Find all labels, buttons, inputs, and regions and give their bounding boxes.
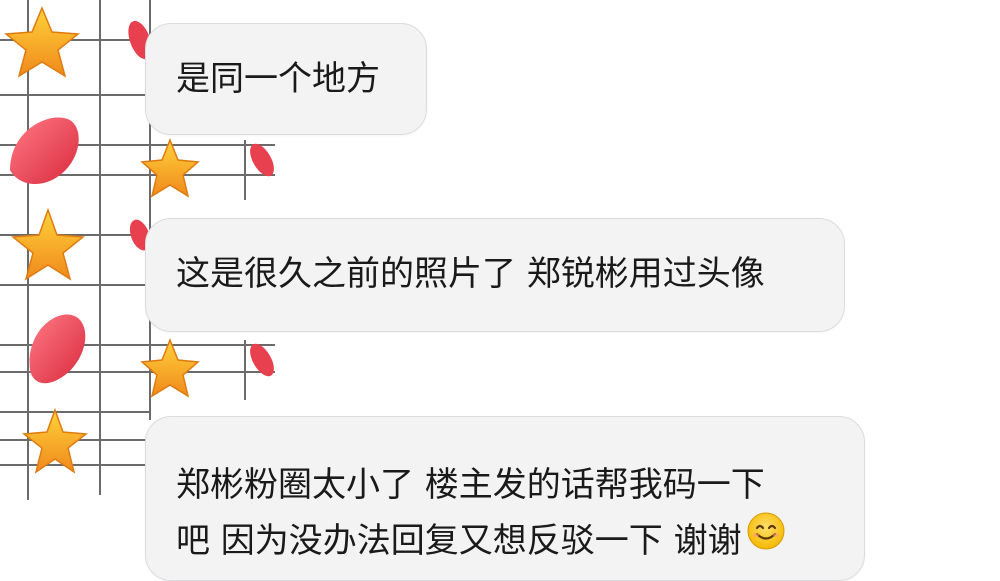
message-bubble[interactable]: 这是很久之前的照片了 郑锐彬用过头像 — [145, 218, 845, 332]
chat-screen: 是同一个地方 这是很久之前的照片了 郑锐彬用过头像 郑彬粉圈太小了 楼主发的话帮… — [0, 0, 1000, 581]
star-icon — [11, 207, 85, 281]
message-text: 是同一个地方 — [176, 59, 380, 99]
star-icon — [4, 6, 80, 78]
message-text: 吧 因为没办法回复又想反驳一下 谢谢 — [176, 521, 742, 561]
smiling-face-emoji-icon — [746, 511, 786, 568]
star-icon — [22, 407, 88, 474]
message-text: 郑彬粉圈太小了 楼主发的话帮我码一下 — [176, 465, 765, 505]
message-bubble[interactable]: 郑彬粉圈太小了 楼主发的话帮我码一下 吧 因为没办法回复又想反驳一下 谢谢 — [145, 416, 865, 581]
message-text-line-2: 吧 因为没办法回复又想反驳一下 谢谢 — [176, 511, 864, 569]
message-text: 这是很久之前的照片了 郑锐彬用过头像 — [176, 254, 765, 294]
message-bubble[interactable]: 是同一个地方 — [145, 23, 427, 135]
